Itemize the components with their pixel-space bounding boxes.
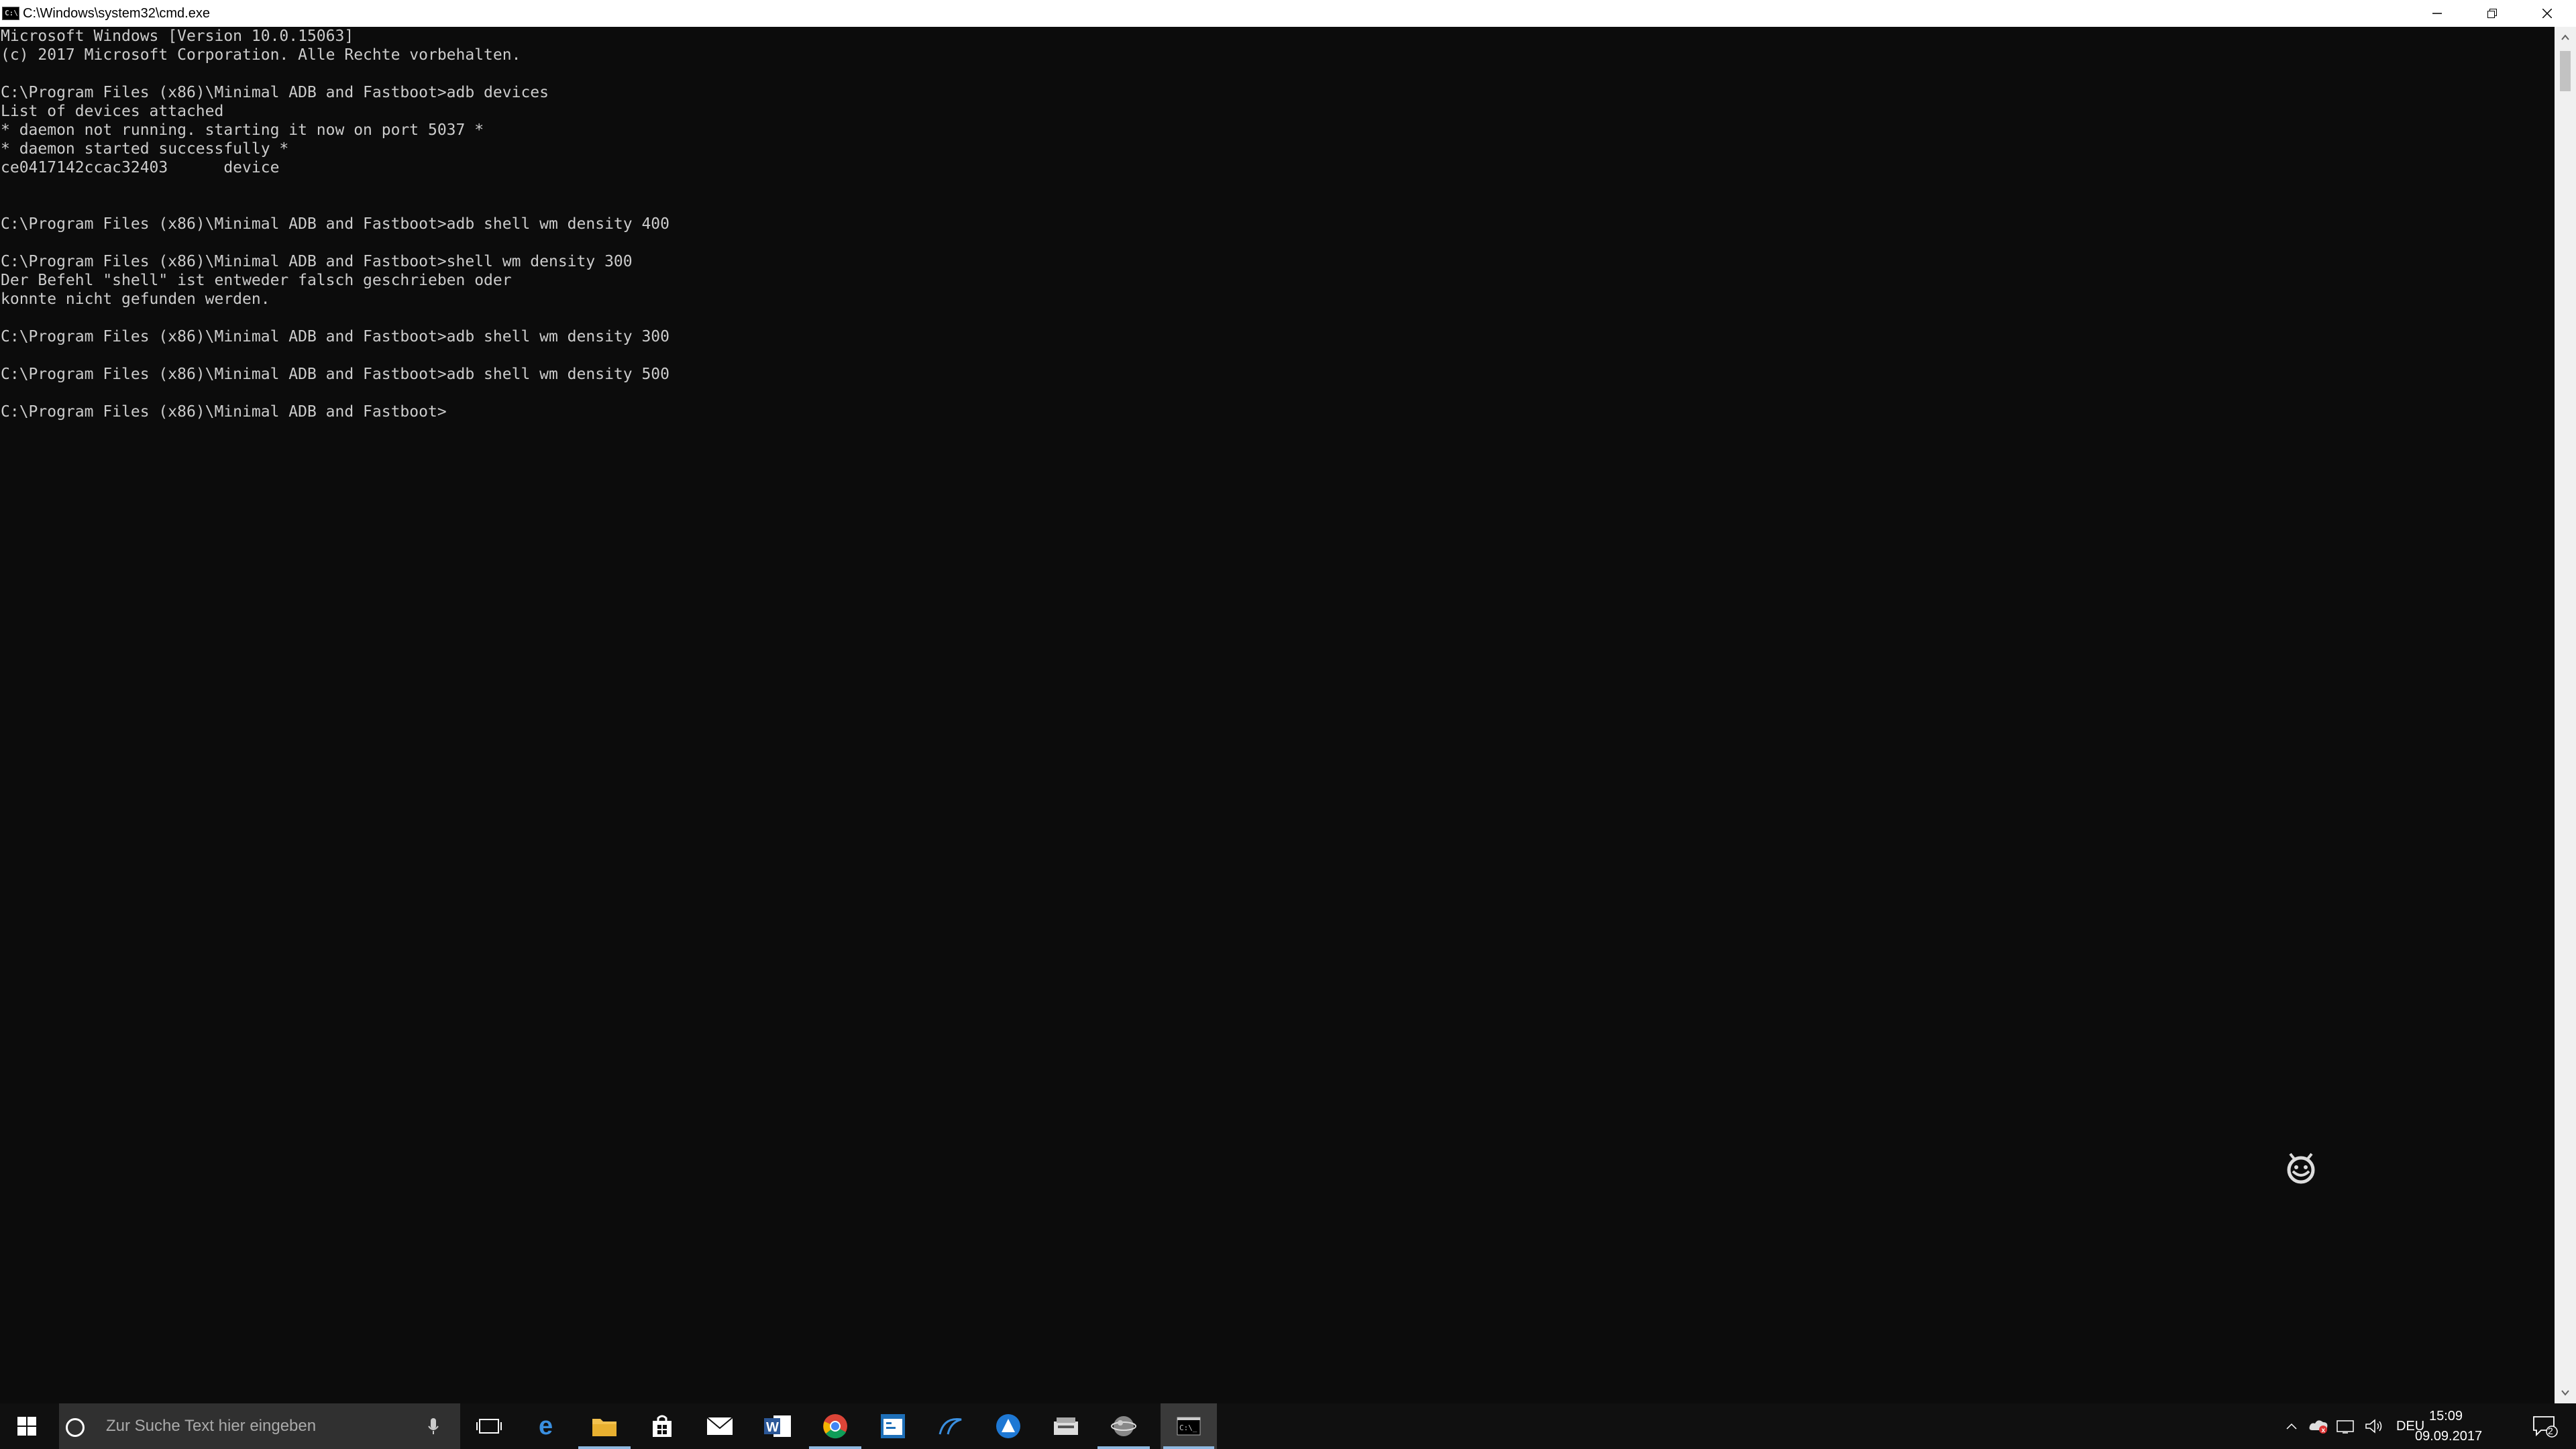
action-center-button[interactable]: 2 [2518, 1403, 2572, 1449]
cortana-icon [66, 1418, 85, 1437]
mail-icon [706, 1417, 733, 1435]
cloud-alert-icon: x [2309, 1420, 2328, 1434]
network-icon [2337, 1420, 2354, 1434]
title-bar[interactable]: C:\ C:\Windows\system32\cmd.exe [0, 0, 2576, 27]
triangle-app-button[interactable] [979, 1403, 1037, 1449]
orb-icon [1111, 1416, 1136, 1436]
edge-button[interactable]: e [518, 1403, 576, 1449]
restore-icon [2487, 9, 2497, 18]
running-indicator [1163, 1446, 1214, 1449]
orb-app-button[interactable] [1095, 1403, 1152, 1449]
svg-text:x: x [2322, 1427, 2326, 1434]
windows-logo-icon [17, 1417, 36, 1436]
floating-mascot-icon[interactable] [2281, 1147, 2321, 1187]
chevron-down-icon [2561, 1390, 2569, 1396]
show-hidden-icons-button[interactable] [2278, 1403, 2305, 1449]
dock-icon [1054, 1417, 1078, 1435]
remote-app-button[interactable] [864, 1403, 922, 1449]
volume-control[interactable] [2360, 1403, 2390, 1449]
clock-time: 15:09 [2428, 1409, 2463, 1424]
minimize-icon [2432, 13, 2442, 14]
clock-date: 09.09.2017 [2415, 1429, 2483, 1444]
scrollbar-thumb[interactable] [2560, 51, 2571, 91]
edge-icon: e [539, 1413, 553, 1440]
svg-text:W: W [766, 1420, 779, 1435]
chrome-button[interactable] [806, 1403, 864, 1449]
close-icon [2542, 9, 2552, 18]
terminal-window-icon [881, 1414, 905, 1438]
vertical-scrollbar[interactable] [2555, 27, 2576, 1403]
chevron-up-icon [2561, 34, 2569, 40]
running-indicator [809, 1446, 861, 1449]
swirl-icon [938, 1417, 962, 1435]
cmd-icon: C:\_ [1177, 1417, 1201, 1436]
word-button[interactable]: W [749, 1403, 806, 1449]
tray-cloud-alert[interactable]: x [2305, 1403, 2332, 1449]
notification-count: 2 [2548, 1426, 2553, 1436]
restore-button[interactable] [2465, 0, 2520, 27]
minimize-button[interactable] [2410, 0, 2465, 27]
store-bag-icon [653, 1415, 672, 1437]
notification-icon [2533, 1416, 2558, 1438]
scroll-up-button[interactable] [2555, 27, 2576, 48]
speaker-icon [2365, 1419, 2382, 1434]
console-output[interactable]: Microsoft Windows [Version 10.0.15063] (… [0, 27, 2555, 1403]
swirl-app-button[interactable] [922, 1403, 979, 1449]
cmd-icon: C:\ [2, 7, 19, 20]
start-button[interactable] [0, 1403, 54, 1449]
network-status[interactable] [2332, 1403, 2360, 1449]
svg-text:e: e [539, 1413, 553, 1440]
running-indicator [1097, 1446, 1150, 1449]
running-indicator [578, 1446, 631, 1449]
word-icon: W [764, 1415, 791, 1437]
search-box[interactable]: Zur Suche Text hier eingeben [59, 1403, 460, 1449]
triangle-logo-icon [996, 1414, 1020, 1438]
scroll-down-button[interactable] [2555, 1382, 2576, 1403]
chrome-icon [823, 1414, 847, 1439]
mail-button[interactable] [691, 1403, 749, 1449]
search-placeholder: Zur Suche Text hier eingeben [106, 1417, 317, 1435]
clock[interactable]: 15:09 09.09.2017 [2415, 1403, 2483, 1449]
task-view-button[interactable] [460, 1403, 518, 1449]
chevron-up-icon [2286, 1423, 2297, 1430]
microphone-icon[interactable] [427, 1417, 440, 1436]
cmd-taskbar-button[interactable]: C:\_ [1161, 1403, 1217, 1449]
file-explorer-button[interactable] [576, 1403, 633, 1449]
task-view-icon [476, 1419, 502, 1434]
close-button[interactable] [2520, 0, 2575, 27]
folder-icon [592, 1419, 616, 1436]
taskbar: Zur Suche Text hier eingeben e W C:\_ x … [0, 1403, 2576, 1449]
console-text: Microsoft Windows [Version 10.0.15063] (… [1, 28, 669, 421]
store-button[interactable] [633, 1403, 691, 1449]
svg-text:C:\_: C:\_ [1179, 1424, 1197, 1432]
dock-app-button[interactable] [1037, 1403, 1095, 1449]
window-title: C:\Windows\system32\cmd.exe [23, 6, 210, 21]
